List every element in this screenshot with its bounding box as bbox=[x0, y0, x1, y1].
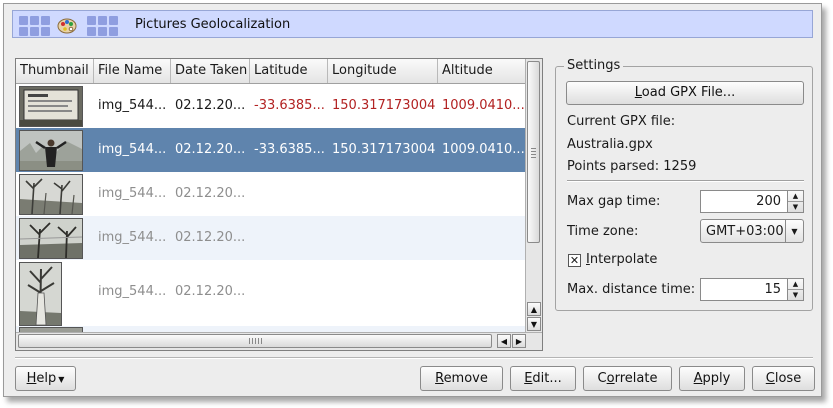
thumbnail-image bbox=[19, 218, 83, 259]
max-gap-time-spinbox[interactable]: 200 ▲ ▼ bbox=[700, 190, 804, 213]
column-header-altitude[interactable]: Altitude bbox=[438, 59, 526, 83]
vertical-scrollbar[interactable]: ▲ ▼ bbox=[525, 59, 542, 333]
help-button[interactable]: Help ▼ bbox=[15, 366, 76, 391]
settings-legend: Settings bbox=[564, 58, 624, 73]
table-row-selected[interactable]: img_544... 02.12.20... -33.6385... 150.3… bbox=[16, 128, 526, 172]
time-zone-value: GMT+03:00 bbox=[706, 224, 784, 239]
remove-button[interactable]: Remove bbox=[420, 366, 503, 391]
cell-latitude: -33.6385... bbox=[254, 98, 325, 113]
cell-file-name: img_544... bbox=[98, 98, 167, 113]
vertical-scroll-thumb[interactable] bbox=[527, 61, 540, 243]
cell-file-name: img_544... bbox=[98, 230, 167, 245]
cell-altitude: 1009.0410... bbox=[442, 142, 524, 157]
cell-latitude: -33.6385... bbox=[254, 142, 325, 157]
column-header-file-name[interactable]: File Name bbox=[94, 59, 171, 83]
close-button[interactable]: Close bbox=[752, 366, 815, 391]
table-header: Thumbnail File Name Date Taken Latitude … bbox=[16, 59, 526, 84]
cell-date-taken: 02.12.20... bbox=[175, 186, 246, 201]
correlate-button[interactable]: Correlate bbox=[583, 366, 672, 391]
points-parsed-text: Points parsed: 1259 bbox=[567, 159, 697, 174]
current-gpx-file-label: Current GPX file: bbox=[567, 114, 676, 129]
titlebar-decor-left-icon bbox=[19, 16, 50, 36]
current-gpx-file-value: Australia.gpx bbox=[567, 137, 653, 152]
thumbnail-image bbox=[19, 130, 83, 171]
cell-longitude: 150.317173004 bbox=[332, 98, 436, 113]
load-gpx-file-button[interactable]: Load GPX File... bbox=[566, 81, 804, 105]
scroll-up-icon[interactable]: ▲ bbox=[527, 302, 541, 316]
cell-file-name: img_544... bbox=[98, 142, 167, 157]
spin-up-icon[interactable]: ▲ bbox=[788, 191, 803, 202]
table-row[interactable]: img_544... 02.12.20... bbox=[16, 260, 526, 326]
horizontal-scroll-thumb[interactable] bbox=[18, 334, 492, 348]
interpolate-label[interactable]: Interpolate bbox=[586, 252, 657, 267]
cell-date-taken: 02.12.20... bbox=[175, 98, 246, 113]
interpolate-checkbox[interactable]: ✕ bbox=[568, 254, 581, 267]
cell-date-taken: 02.12.20... bbox=[175, 142, 246, 157]
edit-button[interactable]: Edit... bbox=[510, 366, 576, 391]
horizontal-scrollbar[interactable]: ◀ ▶ bbox=[16, 332, 542, 350]
cell-date-taken: 02.12.20... bbox=[175, 230, 246, 245]
scroll-right-icon[interactable]: ▶ bbox=[512, 334, 526, 348]
menu-arrow-icon: ▼ bbox=[58, 375, 65, 384]
time-zone-combobox[interactable]: GMT+03:00 ▼ bbox=[700, 219, 804, 243]
spin-up-icon[interactable]: ▲ bbox=[788, 279, 803, 290]
images-table[interactable]: Thumbnail File Name Date Taken Latitude … bbox=[15, 58, 543, 351]
app-palette-icon bbox=[57, 18, 77, 34]
apply-button[interactable]: Apply bbox=[679, 366, 745, 391]
time-zone-label: Time zone: bbox=[567, 224, 639, 239]
spin-down-icon[interactable]: ▼ bbox=[788, 202, 803, 213]
max-gap-time-label: Max gap time: bbox=[567, 194, 661, 209]
chevron-down-icon[interactable]: ▼ bbox=[785, 220, 803, 242]
table-row[interactable]: img_544... 02.12.20... bbox=[16, 172, 526, 216]
column-header-latitude[interactable]: Latitude bbox=[250, 59, 328, 83]
thumbnail-image bbox=[19, 174, 83, 215]
cell-file-name: img_544... bbox=[98, 186, 167, 201]
column-header-date-taken[interactable]: Date Taken bbox=[171, 59, 250, 83]
title-bar[interactable]: Pictures Geolocalization bbox=[12, 10, 813, 38]
cell-longitude: 150.317173004 bbox=[332, 142, 436, 157]
spin-down-icon[interactable]: ▼ bbox=[788, 290, 803, 301]
column-header-thumbnail[interactable]: Thumbnail bbox=[16, 59, 94, 83]
max-distance-time-spinbox[interactable]: 15 ▲ ▼ bbox=[700, 278, 804, 301]
titlebar-decor-right-icon bbox=[87, 16, 118, 36]
thumbnail-image bbox=[19, 86, 83, 127]
bottom-separator bbox=[15, 357, 813, 359]
max-distance-time-label: Max. distance time: bbox=[567, 282, 696, 297]
scroll-left-icon[interactable]: ◀ bbox=[497, 334, 511, 348]
cell-file-name: img_544... bbox=[98, 284, 167, 299]
table-row[interactable]: img_544... 02.12.20... bbox=[16, 216, 526, 260]
scroll-down-icon[interactable]: ▼ bbox=[527, 317, 541, 331]
cell-altitude: 1009.0410... bbox=[442, 98, 524, 113]
settings-separator bbox=[567, 180, 804, 182]
table-row[interactable]: img_544... 02.12.20... -33.6385... 150.3… bbox=[16, 84, 526, 128]
cell-date-taken: 02.12.20... bbox=[175, 284, 246, 299]
column-header-longitude[interactable]: Longitude bbox=[328, 59, 438, 83]
dialog-window: Pictures Geolocalization Thumbnail File … bbox=[3, 3, 822, 397]
max-gap-time-value: 200 bbox=[756, 194, 781, 209]
window-title: Pictures Geolocalization bbox=[135, 17, 291, 32]
thumbnail-image bbox=[19, 262, 62, 326]
max-distance-time-value: 15 bbox=[764, 282, 781, 297]
